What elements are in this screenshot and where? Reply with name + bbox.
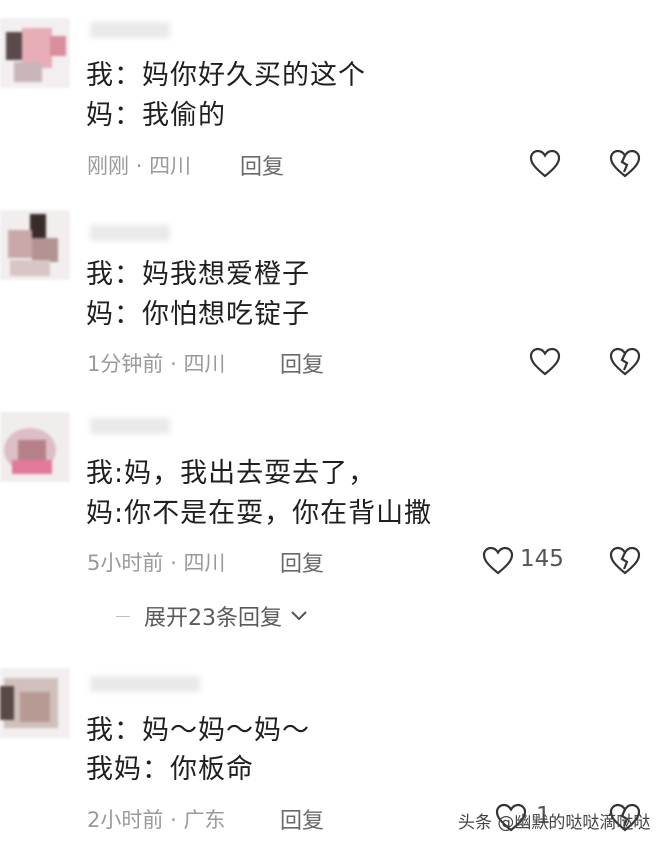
heart-outline-icon[interactable]	[528, 345, 562, 379]
comment-time: 2小时前	[87, 808, 164, 832]
avatar[interactable]	[0, 210, 70, 280]
comment-location: 四川	[183, 551, 226, 575]
comment-location: 广东	[183, 808, 226, 832]
reply-button[interactable]: 回复	[280, 347, 324, 379]
comment-line: 妈:你不是在耍，你在背山撒	[86, 498, 433, 529]
comment-line: 我：妈～妈～妈～	[86, 715, 310, 746]
comment-line: 我：妈我想爱橙子	[86, 259, 310, 290]
comment-time: 刚刚	[87, 154, 129, 178]
expand-replies-button[interactable]: 展开23条回复	[116, 600, 308, 632]
comment-location: 四川	[183, 352, 226, 376]
comment-line: 妈：你怕想吃锭子	[86, 299, 310, 330]
username[interactable]	[90, 418, 170, 434]
broken-heart-icon[interactable]	[608, 345, 642, 379]
username[interactable]	[90, 22, 170, 38]
watermark: 头条 @幽默的哒哒滴哒哒	[458, 813, 651, 833]
comment-time: 5小时前	[87, 551, 164, 575]
comment-meta: 刚刚 · 四川	[87, 150, 191, 180]
expand-replies-label: 展开23条回复	[144, 606, 282, 631]
comment-line: 妈：我偷的	[86, 100, 226, 131]
meta-separator: ·	[135, 154, 143, 178]
meta-separator: ·	[170, 352, 177, 376]
avatar[interactable]	[0, 412, 70, 482]
username[interactable]	[90, 225, 170, 241]
reply-button[interactable]: 回复	[280, 803, 324, 835]
heart-outline-icon[interactable]	[481, 544, 515, 578]
heart-outline-icon[interactable]	[528, 147, 562, 181]
username[interactable]	[90, 676, 200, 692]
avatar[interactable]	[0, 18, 70, 88]
comment-meta: 5小时前 · 四川	[87, 547, 225, 577]
reply-button[interactable]: 回复	[240, 149, 284, 181]
meta-separator: ·	[170, 551, 177, 575]
chevron-down-icon	[291, 611, 307, 621]
divider	[116, 615, 130, 617]
comment-location: 四川	[149, 154, 192, 178]
avatar[interactable]	[0, 668, 70, 738]
comment-time: 1分钟前	[87, 352, 164, 376]
comment-line: 我:妈，我出去耍去了，	[86, 458, 377, 489]
comment-line: 我妈：你板命	[86, 754, 254, 785]
comment-meta: 1分钟前 · 四川	[87, 348, 225, 378]
broken-heart-icon[interactable]	[608, 544, 642, 578]
broken-heart-icon[interactable]	[608, 147, 642, 181]
meta-separator: ·	[170, 808, 177, 832]
like-count: 145	[520, 546, 564, 572]
comment-meta: 2小时前 · 广东	[87, 804, 225, 834]
comment-line: 我：妈你好久买的这个	[86, 60, 366, 91]
reply-button[interactable]: 回复	[280, 546, 324, 578]
